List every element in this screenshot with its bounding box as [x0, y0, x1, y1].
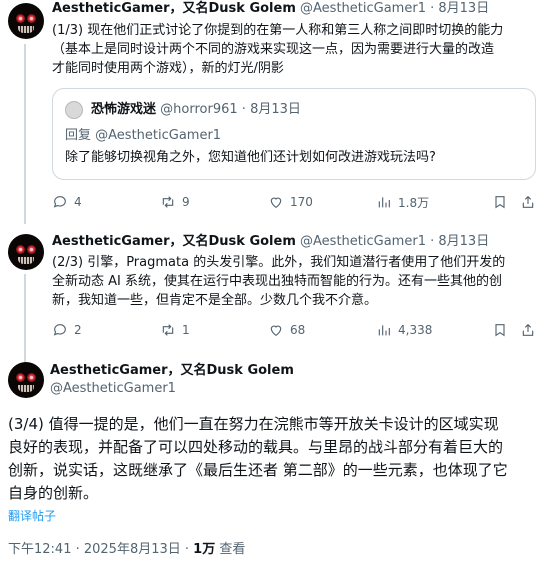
tweet-text: (1/3) 现在他们正式讨论了你提到的在第一人称和第三人称之间即时切换的能力 （… [52, 23, 504, 76]
bookmark-icon [495, 196, 505, 209]
share-icon [522, 195, 534, 208]
heart-icon [270, 325, 282, 337]
action-bar: 2 1 68 4,338 [52, 320, 540, 340]
analytics-icon [378, 197, 390, 208]
avatar[interactable] [8, 3, 44, 39]
tweet-text: (2/3) 引擎，Pragmata 的头发引擎。此外，我们知道潜行者使用了他们开… [52, 255, 506, 308]
retweet-icon [162, 324, 174, 336]
share-button[interactable] [520, 192, 536, 212]
analytics-icon [378, 325, 390, 336]
like-button[interactable]: 68 [268, 320, 305, 340]
retweet-button[interactable]: 1 [160, 320, 190, 340]
action-bar: 4 9 170 1.8万 [52, 192, 540, 212]
tweet-header: AestheticGamer，又名Dusk Golem @AestheticGa… [50, 362, 294, 398]
tweet-text: (3/4) 值得一提的是，他们一直在努力在浣熊市等开放关卡设计的区域实现 良好的… [8, 415, 508, 502]
reply-icon [53, 324, 66, 336]
tweet-header: AestheticGamer，又名Dusk Golem @AestheticGa… [52, 1, 490, 16]
avatar[interactable] [8, 234, 44, 270]
bookmark-icon [495, 324, 505, 337]
handle: @horror961 [160, 102, 238, 117]
handle[interactable]: @AestheticGamer1 [50, 380, 294, 398]
retweet-icon [162, 196, 174, 208]
view-count: 1万 [193, 542, 216, 557]
tweet-header: AestheticGamer，又名Dusk Golem @AestheticGa… [52, 234, 490, 249]
tweet-date: 8月13日 [250, 102, 301, 117]
bookmark-button[interactable] [492, 320, 508, 340]
post-timestamp: 下午12:41 · 2025年8月13日 · 1万 查看 [8, 542, 246, 557]
avatar[interactable] [65, 101, 83, 119]
avatar[interactable] [8, 362, 44, 398]
display-name: 恐怖游戏迷 [91, 102, 157, 117]
display-name[interactable]: AestheticGamer，又名Dusk Golem [52, 234, 296, 249]
handle[interactable]: @AestheticGamer1 [300, 234, 426, 249]
tweet-date[interactable]: 8月13日 [438, 234, 489, 249]
display-name[interactable]: AestheticGamer，又名Dusk Golem [50, 362, 294, 380]
heart-icon [270, 197, 282, 209]
reply-icon [53, 196, 66, 208]
reply-button[interactable]: 4 [52, 192, 82, 212]
share-button[interactable] [520, 320, 536, 340]
translate-post-link[interactable]: 翻译帖子 [8, 507, 56, 524]
quote-text: 除了能够切换视角之外，您知道他们还计划如何改进游戏玩法吗? [65, 150, 436, 165]
bookmark-button[interactable] [492, 192, 508, 212]
retweet-button[interactable]: 9 [160, 192, 190, 212]
quoted-tweet[interactable]: 恐怖游戏迷 @horror961 · 8月13日 回复 @AestheticGa… [52, 88, 536, 180]
reply-to[interactable]: 回复 @AestheticGamer1 [65, 127, 221, 145]
reply-button[interactable]: 2 [52, 320, 82, 340]
tweet-date[interactable]: 8月13日 [438, 1, 489, 16]
views-button[interactable]: 1.8万 [376, 192, 429, 212]
like-button[interactable]: 170 [268, 192, 313, 212]
thread-line [24, 44, 26, 224]
quote-header: 恐怖游戏迷 @horror961 · 8月13日 [91, 102, 301, 117]
handle[interactable]: @AestheticGamer1 [300, 1, 426, 16]
views-button[interactable]: 4,338 [376, 320, 432, 340]
display-name[interactable]: AestheticGamer，又名Dusk Golem [52, 1, 296, 16]
share-icon [522, 323, 534, 336]
